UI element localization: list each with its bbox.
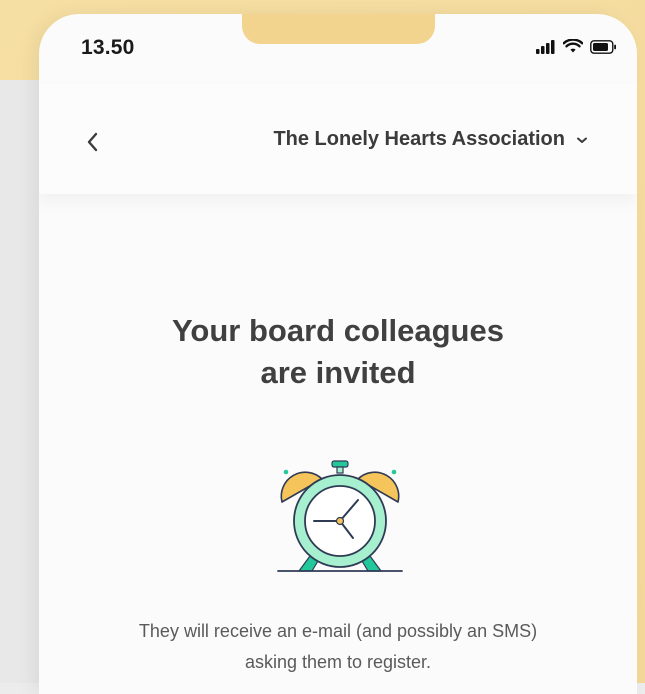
navigation-bar: The Lonely Hearts Association bbox=[39, 84, 637, 194]
chevron-left-icon bbox=[87, 132, 98, 152]
phone-notch bbox=[242, 14, 435, 44]
organization-selector[interactable]: The Lonely Hearts Association bbox=[273, 128, 589, 151]
battery-icon bbox=[590, 39, 616, 54]
message-line-1: They will receive an e-mail (and possibl… bbox=[138, 621, 538, 641]
title-line-1: Your board colleagues bbox=[172, 313, 504, 348]
back-button[interactable] bbox=[83, 128, 105, 156]
signal-icon bbox=[536, 39, 555, 54]
message-line-2: asking them to register. bbox=[244, 652, 432, 672]
status-icons bbox=[536, 39, 617, 54]
status-time: 13.50 bbox=[81, 36, 135, 59]
wifi-icon bbox=[563, 39, 583, 53]
chevron-down-icon bbox=[577, 137, 587, 143]
page-title: Your board colleagues are invited bbox=[39, 310, 637, 394]
title-line-2: are invited bbox=[260, 355, 416, 390]
invitation-message: They will receive an e-mail (and possibl… bbox=[39, 616, 637, 678]
organization-name: The Lonely Hearts Association bbox=[273, 128, 565, 150]
alarm-clock-icon bbox=[277, 460, 403, 572]
phone-screen: 13.50 The Lonely Hearts Association Your… bbox=[39, 14, 637, 694]
